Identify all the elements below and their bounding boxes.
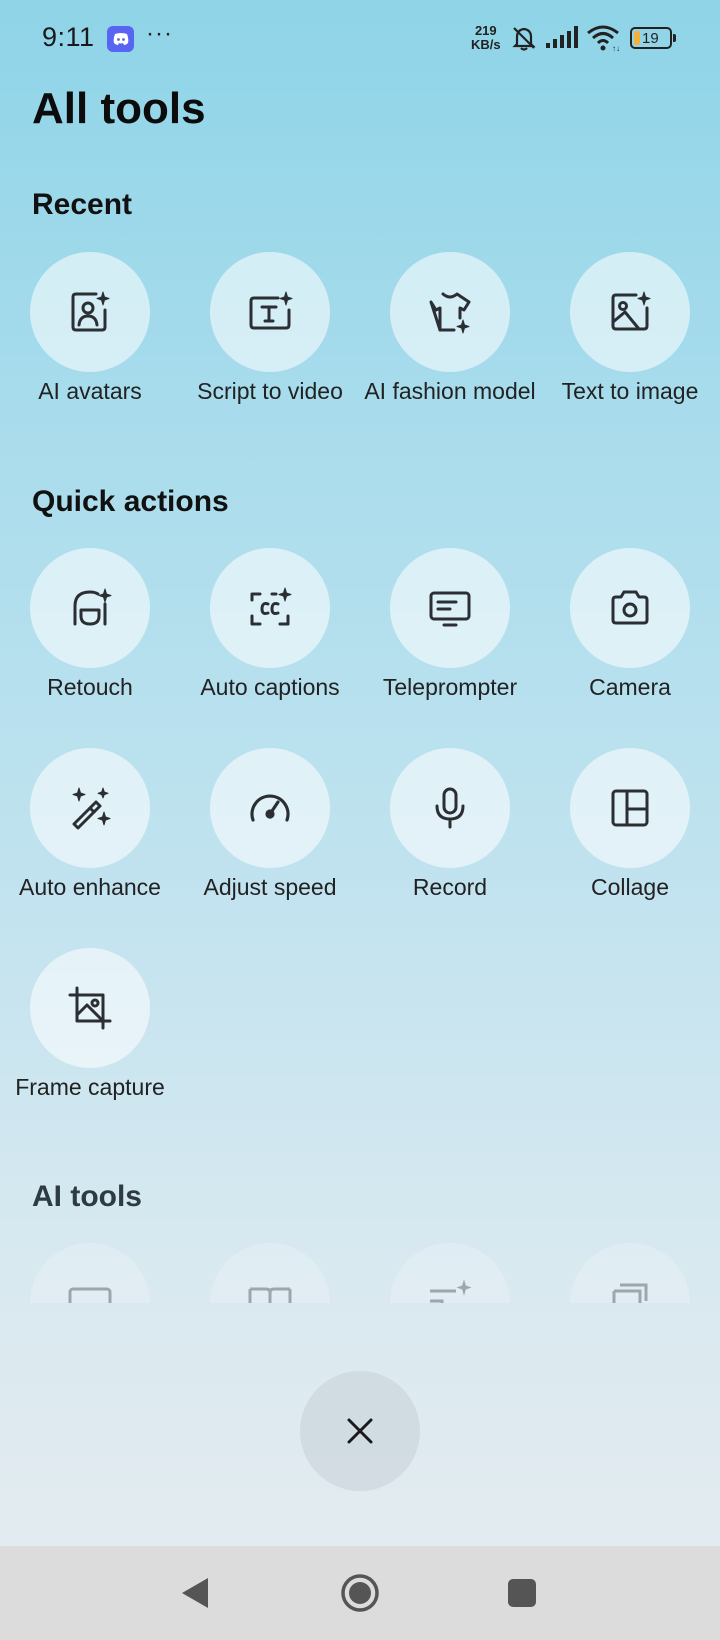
microphone-icon <box>435 787 465 829</box>
bell-muted-icon <box>512 27 536 51</box>
tool-teleprompter[interactable]: Teleprompter <box>360 548 540 701</box>
tool-label: Teleprompter <box>382 674 518 700</box>
tool-label: AI avatars <box>38 378 142 404</box>
ai-avatar-icon <box>71 291 110 332</box>
ai-tools-row-faded <box>0 1243 720 1303</box>
status-bar: 9:11 ··· 219 KB/s ↑↓ 19 <box>0 0 720 80</box>
frame-crop-icon <box>68 986 112 1030</box>
video-icon <box>68 1287 112 1303</box>
signal-icon <box>546 26 578 48</box>
tool-ai-avatars[interactable]: AI avatars <box>0 252 180 405</box>
collage-icon <box>611 789 649 827</box>
tool-adjust-speed[interactable]: Adjust speed <box>180 748 360 901</box>
tool-label: Frame capture <box>15 1074 165 1100</box>
status-time: 9:11 <box>42 22 95 52</box>
tool-label: Auto enhance <box>19 874 161 900</box>
tool-label: Record <box>412 874 488 900</box>
page-title: All tools <box>32 84 206 133</box>
tool-ai-fashion-model[interactable]: AI fashion model <box>360 252 540 405</box>
tool-text-to-image[interactable]: Text to image <box>540 252 720 405</box>
section-title-quick-actions: Quick actions <box>32 485 229 518</box>
close-icon <box>347 1418 373 1444</box>
faded-tool[interactable] <box>30 1243 150 1303</box>
face-sparkle-icon <box>73 588 112 626</box>
tool-label: Retouch <box>47 674 133 700</box>
discord-icon <box>107 26 134 52</box>
tool-label: Collage <box>591 874 669 900</box>
faded-tool[interactable] <box>570 1243 690 1303</box>
tool-auto-captions[interactable]: Auto captions <box>180 548 360 701</box>
camera-icon <box>611 590 649 625</box>
tool-record[interactable]: Record <box>360 748 540 901</box>
tool-auto-enhance[interactable]: Auto enhance <box>0 748 180 901</box>
teleprompter-icon <box>429 591 471 627</box>
wifi-icon: ↑↓ <box>587 25 620 52</box>
system-navigation-bar <box>0 1546 720 1640</box>
tool-label: Text to image <box>561 378 699 404</box>
tool-frame-capture[interactable]: Frame capture <box>0 948 180 1101</box>
recents-icon[interactable] <box>507 1578 537 1608</box>
battery-icon: 19 <box>630 27 672 49</box>
faded-tool[interactable] <box>390 1243 510 1303</box>
home-icon[interactable] <box>340 1573 380 1613</box>
tool-label: Auto captions <box>200 674 340 700</box>
tool-label: Script to video <box>197 378 343 404</box>
image-sparkle-icon <box>611 291 651 331</box>
section-title-recent: Recent <box>32 188 133 221</box>
speedometer-icon <box>250 794 290 822</box>
close-button[interactable] <box>300 1371 420 1491</box>
faded-tool[interactable] <box>210 1243 330 1303</box>
book-icon <box>248 1287 292 1303</box>
battery-cap <box>673 34 676 42</box>
tool-script-to-video[interactable]: Script to video <box>180 252 360 405</box>
magic-wand-icon <box>72 787 111 830</box>
captions-icon <box>250 587 292 626</box>
text-sparkle-icon <box>430 1279 472 1303</box>
shirt-icon <box>429 292 471 334</box>
tool-label: AI fashion model <box>364 378 536 404</box>
tool-camera[interactable]: Camera <box>540 548 720 701</box>
svg-text:↑↓: ↑↓ <box>612 44 620 52</box>
section-title-ai-tools: AI tools <box>32 1180 142 1213</box>
stack-icon <box>612 1283 648 1303</box>
tool-label: Camera <box>589 674 671 700</box>
tool-collage[interactable]: Collage <box>540 748 720 901</box>
back-icon[interactable] <box>180 1576 210 1610</box>
more-dots: ··· <box>146 20 173 47</box>
tool-retouch[interactable]: Retouch <box>0 548 180 701</box>
tool-label: Adjust speed <box>203 874 337 900</box>
net-speed: 219 KB/s <box>471 23 501 52</box>
script-text-icon <box>249 291 293 330</box>
